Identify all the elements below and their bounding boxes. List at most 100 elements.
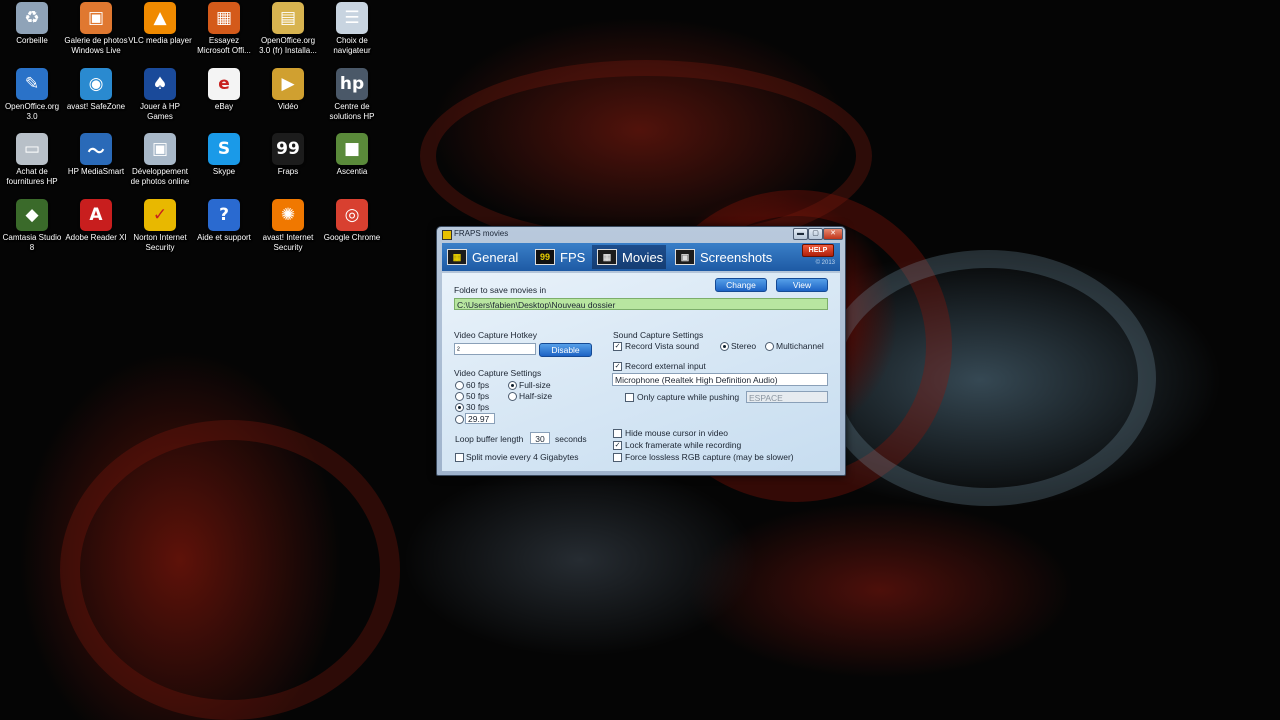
multichannel-radio[interactable] bbox=[765, 342, 774, 351]
screenshots-tab-icon: ▣ bbox=[675, 249, 695, 265]
desktop-icon[interactable]: ▭ Achat de fournitures HP bbox=[0, 131, 64, 193]
hotkey-label: Video Capture Hotkey bbox=[454, 330, 538, 340]
hide-cursor-checkbox[interactable] bbox=[613, 429, 622, 438]
push-key-field[interactable]: ESPACE bbox=[746, 391, 828, 403]
desktop-icon[interactable]: ♠ Jouer à HP Games bbox=[128, 66, 192, 128]
recycle-bin-icon: ♻ bbox=[16, 2, 48, 34]
desktop-icon[interactable]: ▲ VLC media player bbox=[128, 0, 192, 62]
full-size-radio[interactable] bbox=[508, 381, 517, 390]
desktop-icon[interactable]: ✎ OpenOffice.org 3.0 bbox=[0, 66, 64, 128]
desktop-icon-label: OpenOffice.org 3.0 (fr) Installa... bbox=[259, 36, 317, 55]
full-size-label: Full-size bbox=[519, 380, 551, 390]
desktop-icon[interactable]: 99 Fraps bbox=[256, 131, 320, 193]
hotkey-field[interactable]: ² bbox=[454, 343, 536, 355]
tab-fps-label: FPS bbox=[560, 249, 586, 265]
desktop-icon[interactable]: ? Aide et support bbox=[192, 197, 256, 259]
maximize-button[interactable]: ▢ bbox=[808, 228, 823, 240]
minimize-button[interactable]: ▬ bbox=[793, 228, 808, 240]
desktop-icon[interactable]: hp Centre de solutions HP bbox=[320, 66, 384, 128]
tab-screenshots-label: Screenshots bbox=[700, 249, 773, 265]
desktop-icon[interactable]: ◉ avast! SafeZone bbox=[64, 66, 128, 128]
fps-30-radio[interactable] bbox=[455, 403, 464, 412]
disable-hotkey-button[interactable]: Disable bbox=[539, 343, 592, 357]
desktop-icon[interactable]: ◎ Google Chrome bbox=[320, 197, 384, 259]
desktop-icon[interactable]: S Skype bbox=[192, 131, 256, 193]
wallpaper-swirl bbox=[420, 60, 872, 252]
desktop-icon[interactable]: ◆ Camtasia Studio 8 bbox=[0, 197, 64, 259]
view-button[interactable]: View bbox=[776, 278, 828, 292]
hide-cursor-label: Hide mouse cursor in video bbox=[625, 428, 728, 438]
general-tab-icon: ▦ bbox=[447, 249, 467, 265]
only-capture-checkbox[interactable] bbox=[625, 393, 634, 402]
help-button[interactable]: HELP bbox=[802, 244, 834, 257]
multichannel-label: Multichannel bbox=[776, 341, 824, 351]
change-button[interactable]: Change bbox=[715, 278, 767, 292]
tab-general[interactable]: ▦ General bbox=[442, 245, 526, 269]
custom-fps-field[interactable]: 29.97 bbox=[465, 413, 495, 424]
desktop-icon[interactable]: ▤ OpenOffice.org 3.0 (fr) Installa... bbox=[256, 0, 320, 62]
fps-60-radio[interactable] bbox=[455, 381, 464, 390]
hp-games-icon: ♠ bbox=[144, 68, 176, 100]
desktop-icon-label: Adobe Reader XI bbox=[65, 233, 127, 242]
fps-tab-icon: 99 bbox=[535, 249, 555, 265]
split-movie-checkbox[interactable] bbox=[455, 453, 464, 462]
lock-framerate-checkbox[interactable]: ✓ bbox=[613, 441, 622, 450]
half-size-radio[interactable] bbox=[508, 392, 517, 401]
fps-60-label: 60 fps bbox=[466, 380, 490, 390]
loop-buffer-field[interactable]: 30 bbox=[530, 432, 550, 444]
folder-path-field[interactable]: C:\Users\fabien\Desktop\Nouveau dossier bbox=[454, 298, 828, 310]
tab-screenshots[interactable]: ▣ Screenshots bbox=[670, 245, 774, 269]
loop-buffer-label: Loop buffer length bbox=[455, 434, 524, 444]
tab-fps[interactable]: 99 FPS bbox=[530, 245, 590, 269]
desktop-icon-label: Vidéo bbox=[277, 102, 299, 111]
desktop-icon[interactable]: ▶ Vidéo bbox=[256, 66, 320, 128]
input-device-select[interactable]: Microphone (Realtek High Definition Audi… bbox=[612, 373, 828, 386]
desktop-icon[interactable]: ☰ Choix de navigateur bbox=[320, 0, 384, 62]
record-vista-checkbox[interactable]: ✓ bbox=[613, 342, 622, 351]
desktop-icon[interactable]: ✓ Norton Internet Security bbox=[128, 197, 192, 259]
desktop-icon[interactable]: ✺ avast! Internet Security bbox=[256, 197, 320, 259]
tab-movies[interactable]: ▦ Movies bbox=[592, 245, 666, 269]
desktop-icon-label: Fraps bbox=[277, 167, 299, 176]
desktop-icon[interactable]: ▣ Galerie de photos Windows Live bbox=[64, 0, 128, 62]
record-external-checkbox[interactable]: ✓ bbox=[613, 362, 622, 371]
desktop-icon[interactable]: ♻ Corbeille bbox=[0, 0, 64, 62]
stereo-radio[interactable] bbox=[720, 342, 729, 351]
desktop-icon-label: Essayez Microsoft Offi... bbox=[197, 36, 251, 55]
desktop-icon-label: Choix de navigateur bbox=[333, 36, 371, 55]
desktop-icon[interactable]: 〜 HP MediaSmart bbox=[64, 131, 128, 193]
folder-icon: ▤ bbox=[272, 2, 304, 34]
desktop-icon-label: Ascentia bbox=[336, 167, 368, 176]
video-folder-icon: ▶ bbox=[272, 68, 304, 100]
fraps-window[interactable]: FRAPS movies ▬ ▢ ✕ ▦ General 99 FPS ▦ Mo… bbox=[436, 226, 846, 476]
fraps-icon: 99 bbox=[272, 133, 304, 165]
fps-custom-radio[interactable] bbox=[455, 415, 464, 424]
desktop-icon-label: Galerie de photos Windows Live bbox=[64, 36, 128, 55]
camtasia-icon: ◆ bbox=[16, 199, 48, 231]
title-bar[interactable]: FRAPS movies ▬ ▢ ✕ bbox=[437, 227, 845, 241]
force-lossless-checkbox[interactable] bbox=[613, 453, 622, 462]
desktop-icon[interactable]: ▣ Développement de photos online bbox=[128, 131, 192, 193]
vlc-cone-icon: ▲ bbox=[144, 2, 176, 34]
minecraft-block-icon: ■ bbox=[336, 133, 368, 165]
desktop-icon-label: Camtasia Studio 8 bbox=[2, 233, 62, 252]
desktop-icon[interactable]: e eBay bbox=[192, 66, 256, 128]
desktop-icon-label: HP MediaSmart bbox=[67, 167, 125, 176]
fps-50-radio[interactable] bbox=[455, 392, 464, 401]
desktop-icon-label: avast! Internet Security bbox=[262, 233, 314, 252]
only-capture-label: Only capture while pushing bbox=[637, 392, 740, 402]
movies-tab-icon: ▦ bbox=[597, 249, 617, 265]
openoffice-icon: ✎ bbox=[16, 68, 48, 100]
norton-icon: ✓ bbox=[144, 199, 176, 231]
lock-framerate-label: Lock framerate while recording bbox=[625, 440, 742, 450]
desktop-icon[interactable]: A Adobe Reader XI bbox=[64, 197, 128, 259]
hp-solutions-icon: hp bbox=[336, 68, 368, 100]
desktop-icon-label: Centre de solutions HP bbox=[329, 102, 375, 121]
desktop-icon-label: avast! SafeZone bbox=[66, 102, 126, 111]
desktop-icon-label: VLC media player bbox=[128, 36, 192, 45]
close-button[interactable]: ✕ bbox=[823, 228, 843, 240]
desktop-icon-label: eBay bbox=[214, 102, 234, 111]
desktop-icon[interactable]: ■ Ascentia bbox=[320, 131, 384, 193]
fraps-app-icon bbox=[442, 230, 452, 240]
desktop-icon[interactable]: ▦ Essayez Microsoft Offi... bbox=[192, 0, 256, 62]
